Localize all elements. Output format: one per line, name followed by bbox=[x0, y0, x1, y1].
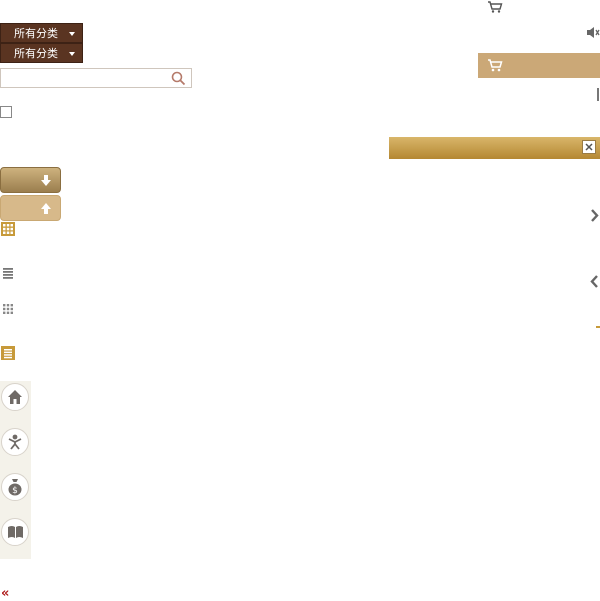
speaker-icon[interactable] bbox=[586, 26, 600, 39]
category-label: 所有分类 bbox=[14, 47, 58, 60]
checkbox[interactable] bbox=[0, 106, 12, 118]
side-nav-home[interactable] bbox=[1, 383, 29, 411]
cart-icon bbox=[488, 59, 503, 72]
caret-down-icon bbox=[69, 32, 75, 36]
svg-text:$: $ bbox=[12, 486, 18, 496]
home-icon bbox=[8, 390, 22, 404]
user-icon bbox=[8, 434, 22, 450]
list-view-icon[interactable] bbox=[1, 266, 15, 280]
edge-marker-gold bbox=[596, 326, 600, 328]
grid-view-active-icon[interactable] bbox=[1, 222, 15, 236]
arrow-down-icon bbox=[41, 175, 51, 186]
close-icon bbox=[585, 143, 593, 151]
caret-down-icon bbox=[69, 52, 75, 56]
sort-ascending-button[interactable] bbox=[0, 195, 61, 221]
cart-icon[interactable] bbox=[487, 1, 503, 13]
close-button[interactable] bbox=[582, 140, 596, 154]
collapse-link[interactable]: « bbox=[1, 587, 9, 601]
search-input[interactable] bbox=[0, 68, 192, 88]
chevron-right-icon[interactable] bbox=[590, 209, 599, 222]
side-nav-money[interactable]: $ bbox=[1, 473, 29, 501]
grid-view-icon[interactable] bbox=[1, 302, 15, 316]
category-label: 所有分类 bbox=[14, 27, 58, 40]
book-icon bbox=[8, 526, 23, 538]
category-dropdown-secondary[interactable]: 所有分类 bbox=[0, 43, 83, 63]
search-icon[interactable] bbox=[171, 71, 186, 86]
list-view-active-icon[interactable] bbox=[1, 346, 15, 360]
side-nav-book[interactable] bbox=[1, 518, 29, 546]
sort-descending-button[interactable] bbox=[0, 167, 61, 193]
category-dropdown-primary[interactable]: 所有分类 bbox=[0, 23, 83, 43]
money-bag-icon: $ bbox=[8, 479, 22, 496]
side-nav-user[interactable] bbox=[1, 428, 29, 456]
edge-marker bbox=[597, 88, 599, 101]
notification-bar bbox=[389, 137, 600, 159]
cart-bar[interactable] bbox=[478, 53, 600, 78]
arrow-up-icon bbox=[41, 203, 51, 214]
chevron-left-icon[interactable] bbox=[590, 275, 599, 288]
